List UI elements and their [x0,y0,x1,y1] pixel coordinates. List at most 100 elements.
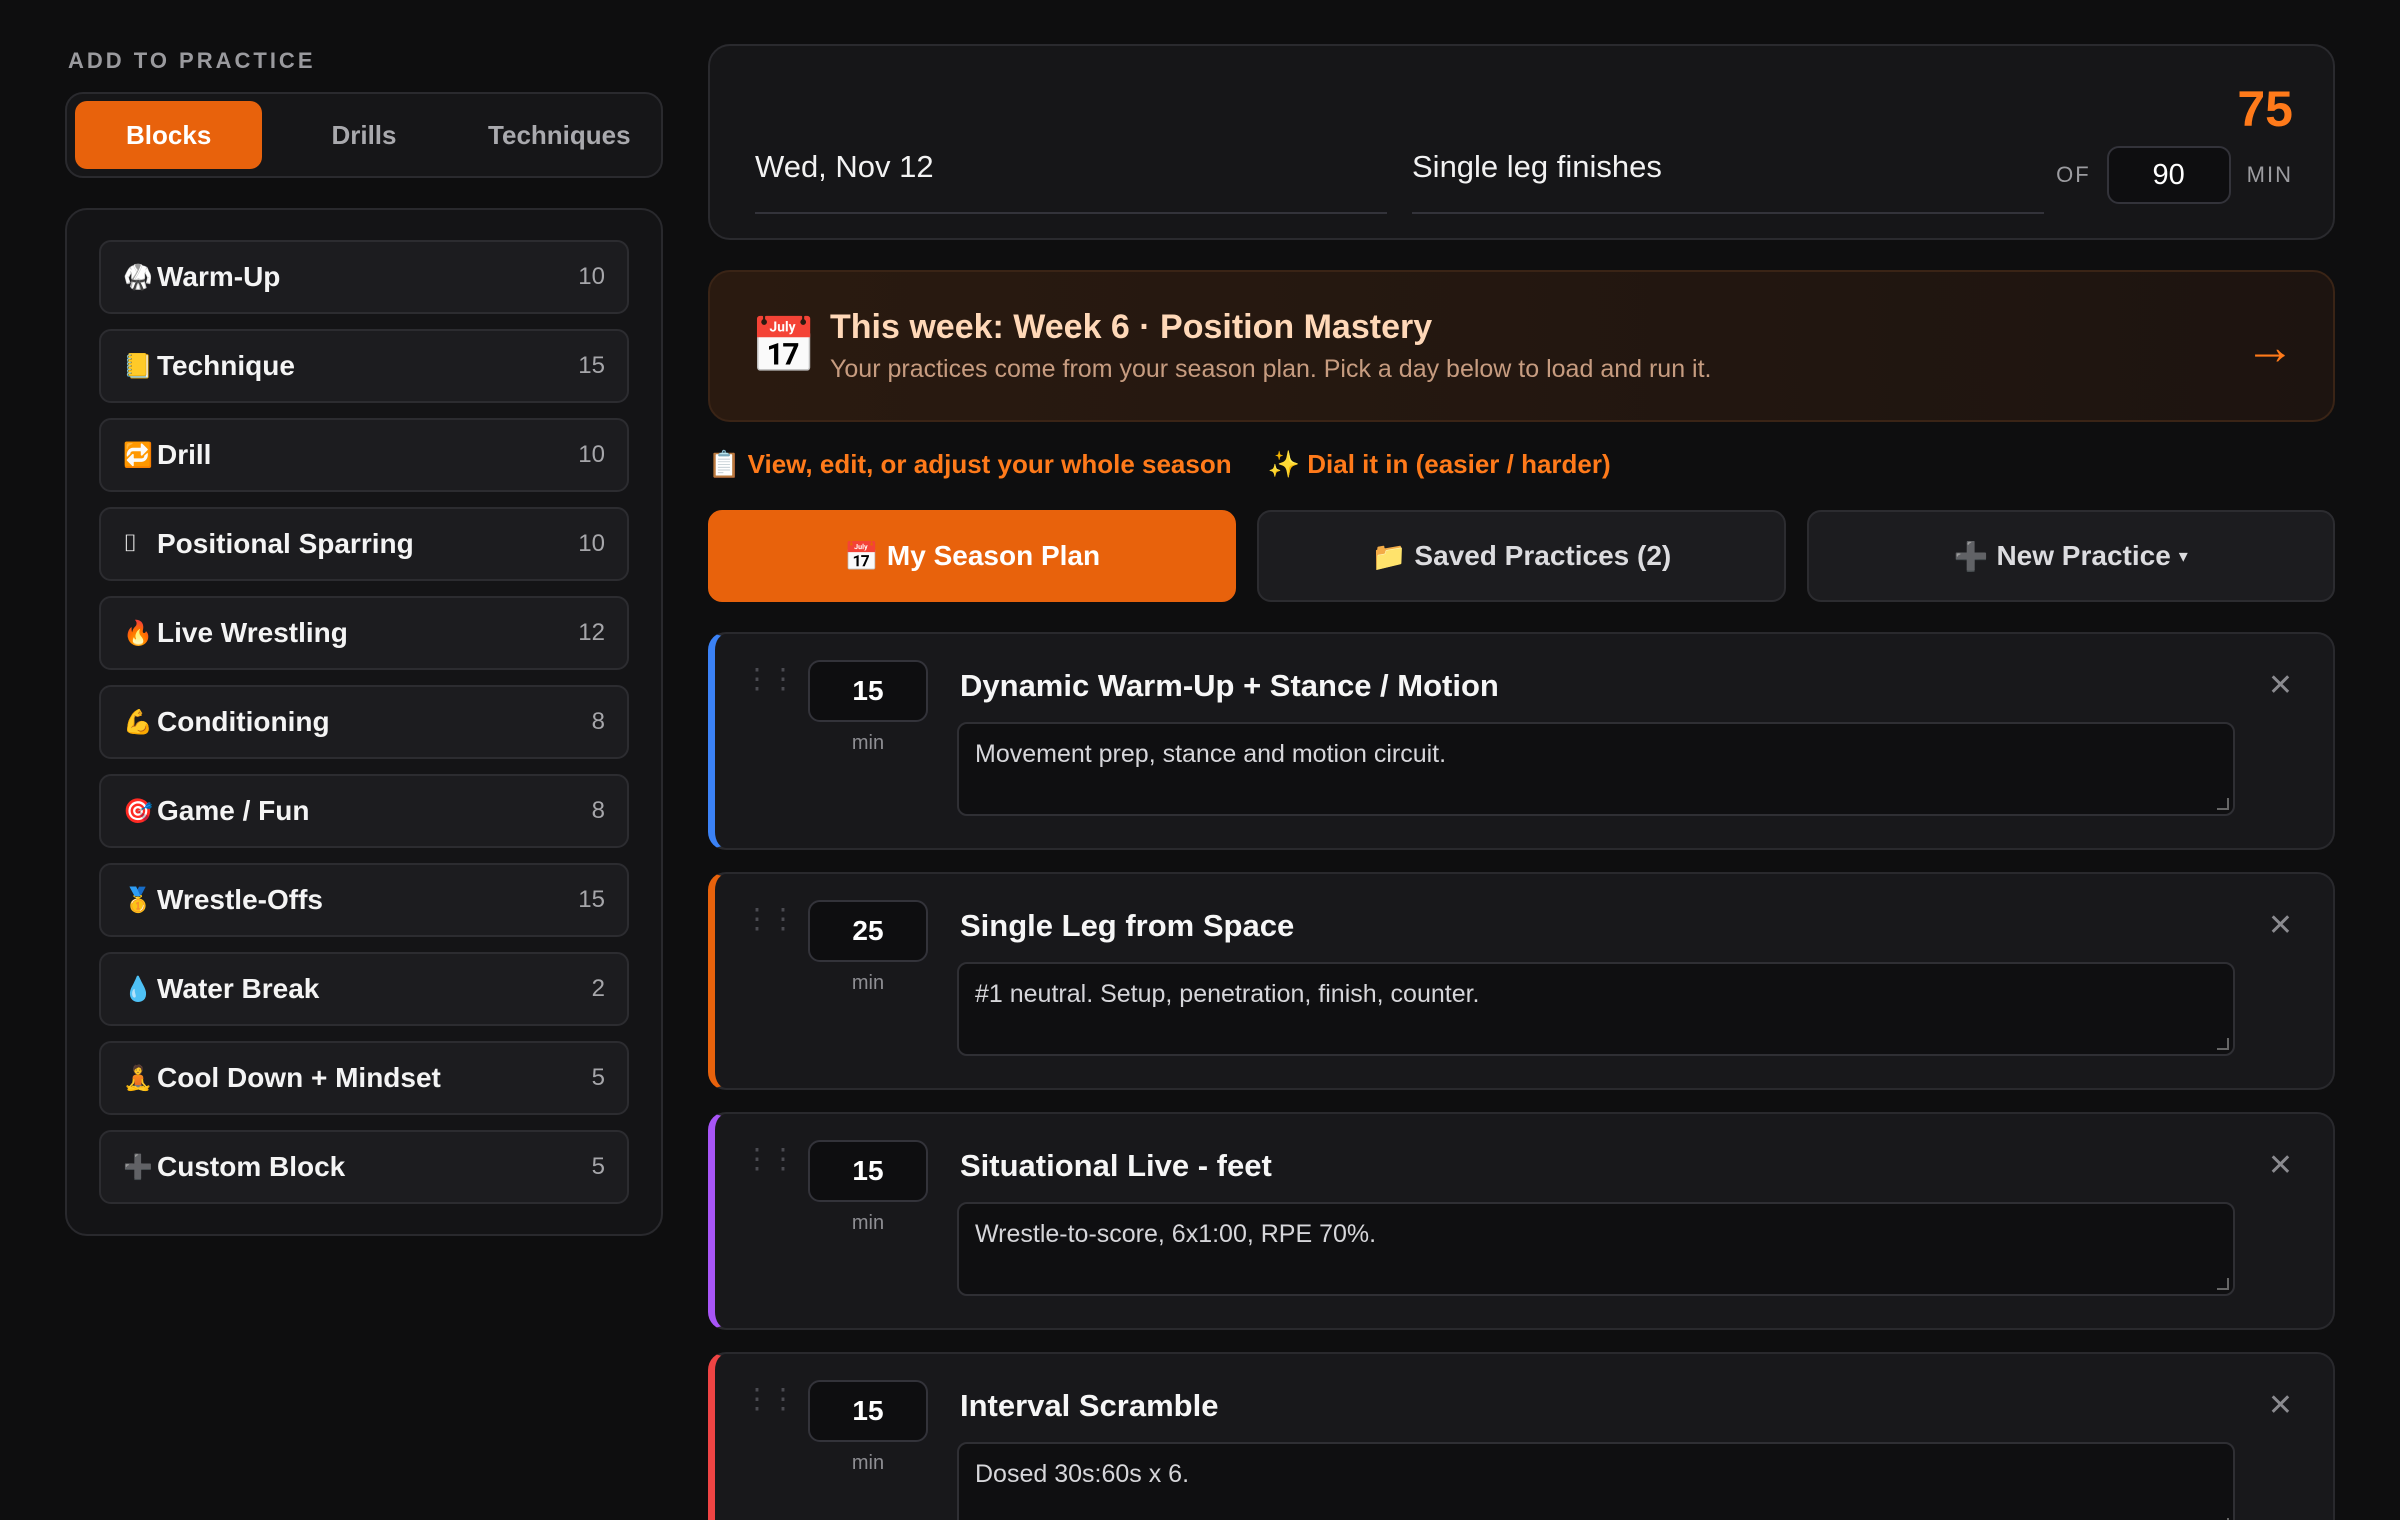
block-label: Game / Fun [157,795,310,826]
notes-text: #1 neutral. Setup, penetration, finish, … [975,980,1480,1008]
tab-saved-practices[interactable]: 📁 Saved Practices (2) [1257,510,1786,602]
practice-tabs: 📅 My Season Plan 📁 Saved Practices (2) ➕… [708,510,2335,602]
tab-label: My Season Plan [886,540,1101,571]
date-input[interactable]: Wed, Nov 12 [755,122,1387,214]
drag-handle-icon[interactable]: ⋮⋮ [743,1145,797,1173]
notes-textarea[interactable]: #1 neutral. Setup, penetration, finish, … [957,962,2235,1056]
block-count: 8 [591,797,605,824]
calendar-icon: 📅 [844,540,880,572]
block-label: Warm-Up [157,261,281,292]
plan-block: ⋮⋮ 15 min Situational Live - feet ✕ Wres… [708,1112,2335,1330]
focus-input[interactable]: Single leg finishes [1412,122,2044,214]
sparkles-icon: ✨ [1267,448,1300,479]
block-count: 12 [578,619,605,646]
plan-block-title[interactable]: Interval Scramble [960,1388,1218,1424]
block-item-game-fun[interactable]: 🎯 Game / Fun 8 [99,774,629,848]
calendar-icon: 📅 [750,315,818,376]
block-label: Conditioning [157,706,330,737]
plan-blocks: ⋮⋮ 15 min Dynamic Warm-Up + Stance / Mot… [708,632,2335,1520]
close-icon[interactable]: ✕ [2268,908,2293,943]
notes-text: Wrestle-to-score, 6x1:00, RPE 70%. [975,1220,1377,1248]
plan-block: ⋮⋮ 15 min Dynamic Warm-Up + Stance / Mot… [708,632,2335,850]
plan-block-title[interactable]: Dynamic Warm-Up + Stance / Motion [960,668,1499,704]
week-banner[interactable]: 📅 This week: Week 6 · Position Mastery Y… [708,270,2335,422]
min-label: MIN [2246,162,2293,187]
plan-block-title[interactable]: Situational Live - feet [960,1148,1272,1184]
notes-textarea[interactable]: Wrestle-to-score, 6x1:00, RPE 70%. [957,1202,2235,1296]
of-label: OF [2056,162,2091,187]
block-item-technique[interactable]: 📒 Technique 15 [99,329,629,403]
target-minutes-input[interactable]: 90 [2106,146,2231,204]
notebook-icon: 📒 [123,352,153,380]
tab-label: New Practice [1996,540,2171,571]
link-label: View, edit, or adjust your whole season [747,448,1232,479]
resize-handle[interactable] [2217,1278,2229,1290]
block-label: Custom Block [157,1151,346,1182]
duration-input[interactable]: 25 [808,900,928,962]
notes-textarea[interactable]: Movement prep, stance and motion circuit… [957,722,2235,816]
meditation-icon: 🧘 [123,1064,153,1092]
dial-it-in-link[interactable]: ✨ Dial it in (easier / harder) [1268,449,1611,480]
practice-header: Wed, Nov 12 Single leg finishes 75 OF 90… [708,44,2335,240]
tab-drills[interactable]: Drills [270,101,457,169]
droplet-icon: 💧 [123,975,153,1003]
notes-text: Dosed 30s:60s x 6. [975,1460,1190,1488]
block-item-conditioning[interactable]: 💪 Conditioning 8 [99,685,629,759]
block-count: 10 [578,263,605,290]
plus-icon: ➕ [123,1153,153,1181]
block-item-drill[interactable]: 🔁 Drill 10 [99,418,629,492]
block-count: 5 [591,1064,605,1091]
plus-icon: ➕ [1953,540,1989,572]
link-label: Dial it in (easier / harder) [1307,448,1611,479]
practice-editor: Wed, Nov 12 Single leg finishes 75 OF 90… [708,44,2335,1520]
block-label: Live Wrestling [157,617,348,648]
notes-textarea[interactable]: Dosed 30s:60s x 6. [957,1442,2235,1520]
duration-unit: min [851,1452,885,1474]
plan-block-title[interactable]: Single Leg from Space [960,908,1294,944]
blocks-list: 🥋 Warm-Up 10 📒 Technique 15 🔁 Drill 10 ⌷… [65,208,663,1236]
week-title: This week: Week 6 · Position Mastery [830,308,1433,346]
folder-icon: 📁 [1371,540,1407,572]
plan-block: ⋮⋮ 25 min Single Leg from Space ✕ #1 neu… [708,872,2335,1090]
block-count: 15 [578,886,605,913]
caret-down-icon: ▾ [2178,545,2188,566]
tab-my-season-plan[interactable]: 📅 My Season Plan [708,510,1237,602]
close-icon[interactable]: ✕ [2268,1388,2293,1423]
block-item-custom-block[interactable]: ➕ Custom Block 5 [99,1130,629,1204]
block-item-cool-down[interactable]: 🧘 Cool Down + Mindset 5 [99,1041,629,1115]
duration-input[interactable]: 15 [808,1380,928,1442]
block-item-live-wrestling[interactable]: 🔥 Live Wrestling 12 [99,596,629,670]
repeat-icon: 🔁 [123,441,153,469]
duration-input[interactable]: 15 [808,1140,928,1202]
drag-handle-icon[interactable]: ⋮⋮ [743,1385,797,1413]
season-links: 📋 View, edit, or adjust your whole seaso… [708,444,2335,484]
week-text: This week: Week 6 · Position Mastery You… [830,308,1712,384]
tab-new-practice[interactable]: ➕ New Practice ▾ [1806,510,2335,602]
drag-handle-icon[interactable]: ⋮⋮ [743,665,797,693]
duration-input[interactable]: 15 [808,660,928,722]
week-subtitle: Your practices come from your season pla… [830,355,1712,383]
close-icon[interactable]: ✕ [2268,1148,2293,1183]
block-label: Water Break [157,973,320,1004]
view-season-link[interactable]: 📋 View, edit, or adjust your whole seaso… [708,449,1232,480]
missing-glyph-icon: ⌷ [123,530,138,557]
duration-unit: min [851,972,885,994]
resize-handle[interactable] [2217,1038,2229,1050]
block-item-wrestle-offs[interactable]: 🥇 Wrestle-Offs 15 [99,863,629,937]
tab-techniques[interactable]: Techniques [466,101,653,169]
source-tabs: Blocks Drills Techniques [65,92,663,178]
block-count: 8 [591,708,605,735]
block-item-warm-up[interactable]: 🥋 Warm-Up 10 [99,240,629,314]
block-label: Drill [157,439,212,470]
section-label: ADD TO PRACTICE [68,48,316,73]
target-row: OF 90 MIN [2056,146,2293,204]
block-count: 2 [591,975,605,1002]
block-item-water-break[interactable]: 💧 Water Break 2 [99,952,629,1026]
close-icon[interactable]: ✕ [2268,668,2293,703]
block-item-positional-sparring[interactable]: ⌷ Positional Sparring 10 [99,507,629,581]
drag-handle-icon[interactable]: ⋮⋮ [743,905,797,933]
resize-handle[interactable] [2217,798,2229,810]
arrow-right-icon[interactable]: → [2245,318,2295,376]
flexed-bicep-icon: 💪 [123,708,153,736]
tab-blocks[interactable]: Blocks [75,101,263,169]
